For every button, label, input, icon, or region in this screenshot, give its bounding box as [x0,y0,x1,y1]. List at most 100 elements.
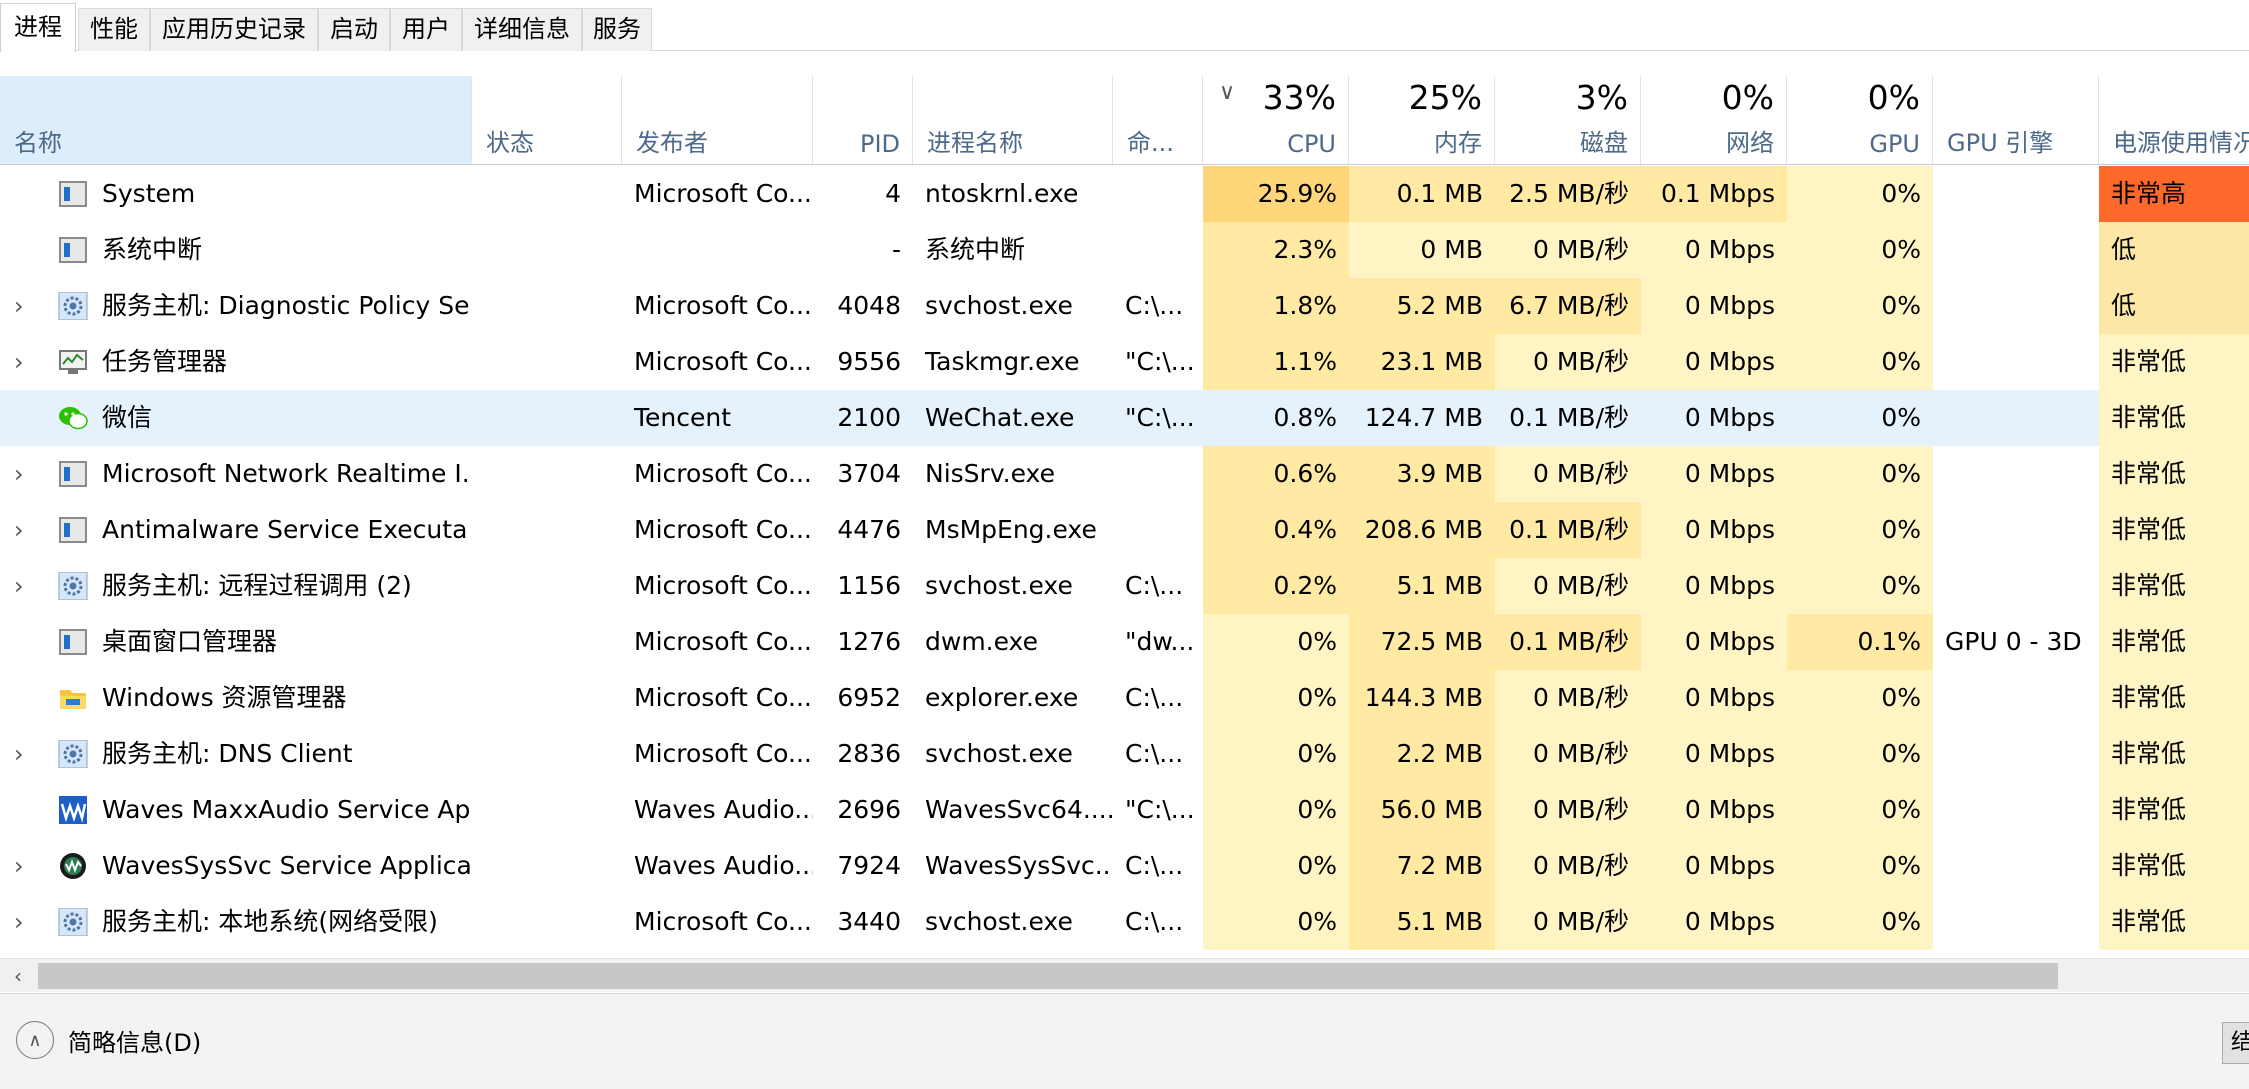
column-header-label: 命... [1127,129,1174,157]
mem-cell: 7.2 MB [1349,838,1495,894]
column-header-power-usage[interactable]: 电源使用情况 [2099,76,2249,164]
fewer-details-button[interactable]: ∧ 简略信息(D) [16,1020,201,1060]
proc-cell: Taskmgr.exe [925,347,1080,376]
scroll-left-icon[interactable]: ‹ [0,959,36,993]
mem-cell: 5.2 MB [1349,278,1495,334]
net-cell: 0 Mbps [1684,403,1775,432]
cpu-cell: 0.6% [1203,446,1349,502]
disk-cell: 0.1 MB/秒 [1495,502,1641,558]
pid-cell: 3704 [837,459,901,488]
cmd-cell: "C:\... [1125,795,1195,824]
pid-cell: 3440 [837,907,901,936]
pid-cell: 4048 [837,291,901,320]
scrollbar-thumb[interactable] [38,963,2058,989]
pid-cell: 7924 [837,851,901,880]
expand-chevron-icon[interactable]: › [14,334,24,390]
tab-performance[interactable]: 性能 [78,8,150,51]
column-header-memory[interactable]: 25% 内存 [1349,76,1495,164]
end-task-button[interactable]: 结 [2222,1022,2249,1064]
expand-chevron-icon[interactable]: › [14,726,24,782]
column-header-status[interactable]: 状态 [472,76,622,164]
column-header-label: GPU 引擎 [1947,129,2054,157]
pid-cell: 4 [885,179,901,208]
proc-cell: svchost.exe [925,291,1073,320]
expand-chevron-icon[interactable]: › [14,502,24,558]
tab-startup[interactable]: 启动 [318,8,390,51]
window-icon [58,180,88,208]
column-header-pid[interactable]: PID [813,76,913,164]
column-header-process-name[interactable]: 进程名称 [913,76,1113,164]
power-cell: 非常低 [2099,446,2249,502]
cpu-cell: 25.9% [1203,166,1349,222]
cmd-cell: C:\... [1125,907,1184,936]
proc-cell: WavesSvc64.... [925,795,1113,824]
pid-cell: 1156 [837,571,901,600]
table-row[interactable]: › WavesSysSvc Service Applica... Waves Aud… [0,838,2249,894]
publisher-cell: Microsoft Co... [634,459,812,488]
column-header-gpu[interactable]: 0% GPU [1787,76,1933,164]
tab-services[interactable]: 服务 [582,8,652,51]
mem-cell: 72.5 MB [1349,614,1495,670]
table-row[interactable]: › 任务管理器 Microsoft Co... 9556 Taskmgr.exe "C:\… [0,334,2249,390]
tab-processes[interactable]: 进程 [0,3,76,52]
gpu-cell: 0% [1787,334,1933,390]
expand-chevron-icon[interactable]: › [14,894,24,950]
disk-cell: 0.1 MB/秒 [1495,614,1641,670]
table-row[interactable]: › 服务主机: 本地系统(网络受限) Microsoft Co... 3440 svch… [0,894,2249,950]
disk-cell: 0 MB/秒 [1495,726,1641,782]
column-header-disk[interactable]: 3% 磁盘 [1495,76,1641,164]
gpu-cell: 0% [1787,166,1933,222]
column-header-name[interactable]: 名称 [0,76,472,164]
publisher-cell: Waves Audio... [634,795,813,824]
cpu-cell: 1.8% [1203,278,1349,334]
table-row[interactable]: Waves MaxxAudio Service Ap... Waves Audio… [0,782,2249,838]
expand-chevron-icon[interactable]: › [14,838,24,894]
table-row[interactable]: 微信 Tencent 2100 WeChat.exe "C:\... 0.8% 124.7 … [0,390,2249,446]
table-row[interactable]: › Antimalware Service Executa... Microsoft… [0,502,2249,558]
cpu-cell: 1.1% [1203,334,1349,390]
process-name-cell: 任务管理器 [102,347,228,376]
table-row[interactable]: › 服务主机: DNS Client Microsoft Co... 2836 svch… [0,726,2249,782]
tab-users[interactable]: 用户 [390,8,462,51]
column-header-gpu-engine[interactable]: GPU 引擎 [1933,76,2099,164]
cmd-cell: C:\... [1125,739,1184,768]
tab-app-history[interactable]: 应用历史记录 [150,8,318,51]
mem-cell: 5.1 MB [1349,894,1495,950]
table-row[interactable]: › Microsoft Network Realtime I... Microsof… [0,446,2249,502]
expand-chevron-icon[interactable]: › [14,558,24,614]
gpu-engine-cell [1933,670,2099,726]
gpu-engine-cell [1933,502,2099,558]
table-row[interactable]: 系统中断 - 系统中断 2.3% 0 MB 0 MB/秒 0 Mbps 0% 低 [0,222,2249,278]
horizontal-scrollbar[interactable]: ‹ [0,958,2249,992]
proc-cell: svchost.exe [925,739,1073,768]
column-header-label: 名称 [14,129,62,157]
expand-chevron-icon[interactable]: › [14,446,24,502]
column-header-label: 状态 [486,129,534,157]
wechat-icon [58,404,88,432]
tab-details[interactable]: 详细信息 [462,8,582,51]
table-row[interactable]: › 服务主机: 远程过程调用 (2) Microsoft Co... 1156 svch… [0,558,2249,614]
column-header-command-line[interactable]: 命... [1113,76,1203,164]
expand-chevron-icon[interactable]: › [14,278,24,334]
column-header-network[interactable]: 0% 网络 [1641,76,1787,164]
table-row[interactable]: Windows 资源管理器 Microsoft Co... 6952 explorer… [0,670,2249,726]
table-row[interactable]: › 服务主机: Diagnostic Policy Se... Microsoft … [0,278,2249,334]
column-header-publisher[interactable]: 发布者 [622,76,813,164]
net-cell: 0 Mbps [1641,334,1787,390]
mem-cell: 23.1 MB [1349,334,1495,390]
gpu-cell: 0% [1787,446,1933,502]
gear-icon [58,739,88,769]
waves-sys-icon [58,852,88,880]
proc-cell: NisSrv.exe [925,459,1055,488]
gpu-engine-cell [1933,390,2099,446]
table-row[interactable]: 桌面窗口管理器 Microsoft Co... 1276 dwm.exe "dw... 0… [0,614,2249,670]
column-header-cpu[interactable]: ∨ 33% CPU [1203,76,1349,164]
column-header-label: 磁盘 [1580,129,1628,157]
proc-cell: explorer.exe [925,683,1079,712]
cpu-cell: 0% [1203,614,1349,670]
table-row[interactable]: System Microsoft Co... 4 ntoskrnl.exe 25.9% 0… [0,166,2249,222]
mem-cell: 208.6 MB [1349,502,1495,558]
cpu-total: 33% [1262,78,1336,117]
gear-icon [58,291,88,321]
cmd-cell: "dw... [1125,627,1195,656]
